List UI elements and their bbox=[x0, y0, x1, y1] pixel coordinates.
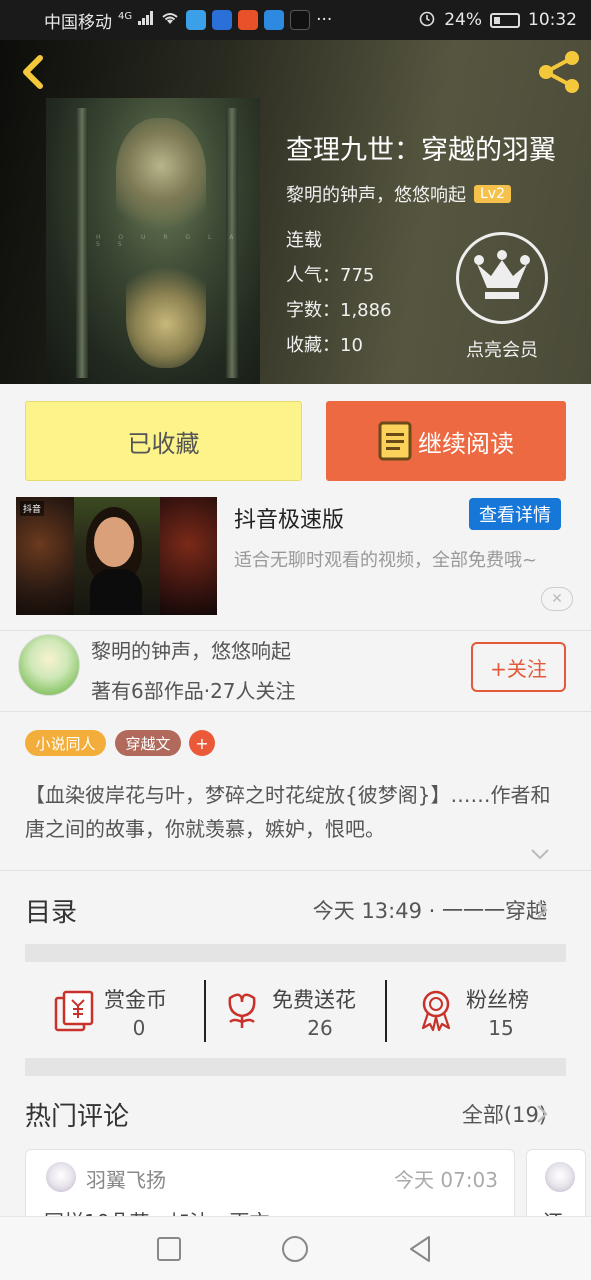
back-button[interactable] bbox=[14, 50, 54, 94]
fan-ranking-value: 15 bbox=[488, 1016, 514, 1040]
vip-label[interactable]: 点亮会员 bbox=[450, 336, 554, 362]
fan-ranking-label: 粉丝榜 bbox=[466, 988, 529, 1012]
ad-details-button[interactable]: 查看详情 bbox=[469, 498, 561, 530]
reward-coins[interactable]: 赏金币 0 bbox=[52, 980, 192, 1044]
battery-icon bbox=[490, 12, 520, 28]
clock: 10:32 bbox=[528, 10, 577, 30]
carrier-label: 中国移动 bbox=[44, 12, 112, 33]
divider bbox=[385, 980, 387, 1042]
section-separator bbox=[25, 1058, 566, 1076]
add-tag-button[interactable]: + bbox=[189, 730, 215, 756]
reward-coins-label: 赏金币 bbox=[104, 988, 167, 1012]
tiktok-icon bbox=[290, 10, 311, 30]
medal-icon bbox=[414, 988, 458, 1032]
chevron-right-icon[interactable] bbox=[535, 899, 549, 921]
chevron-right-icon[interactable] bbox=[535, 1103, 549, 1125]
ad-image[interactable]: 抖音 bbox=[16, 497, 217, 615]
divider bbox=[204, 980, 206, 1042]
ad-title[interactable]: 抖音极速版 bbox=[234, 502, 344, 534]
continue-reading-button[interactable]: 继续阅读 bbox=[326, 401, 566, 481]
red-envelope-icon bbox=[52, 988, 96, 1032]
free-flowers-label: 免费送花 bbox=[272, 988, 356, 1012]
continue-reading-label: 继续阅读 bbox=[418, 429, 514, 458]
system-nav-bar bbox=[0, 1216, 591, 1280]
ad-description: 适合无聊时观看的视频，全部免费哦~ bbox=[234, 550, 538, 571]
collected-button[interactable]: 已收藏 bbox=[25, 401, 302, 481]
network-type: 4G bbox=[118, 10, 133, 22]
commenter-name[interactable]: 羽翼飞扬 bbox=[86, 1164, 166, 1193]
commenter-avatar[interactable] bbox=[46, 1162, 76, 1192]
divider bbox=[0, 630, 591, 631]
reward-coins-value: 0 bbox=[132, 1016, 146, 1040]
comment-time: 今天 07:03 bbox=[394, 1168, 498, 1192]
back-nav-button[interactable] bbox=[405, 1233, 437, 1265]
vip-crown-button[interactable] bbox=[456, 232, 548, 324]
hot-comments-title: 热门评论 bbox=[25, 1102, 130, 1132]
book-favorites: 收藏：10 bbox=[286, 335, 363, 356]
tag-time-travel[interactable]: 穿越文 bbox=[115, 730, 181, 756]
commenter-avatar[interactable] bbox=[545, 1162, 575, 1192]
book-popularity: 人气：775 bbox=[286, 265, 375, 286]
more-notifications: ··· bbox=[316, 10, 333, 30]
app-notification-icon bbox=[264, 10, 285, 30]
tag-fan-fiction[interactable]: 小说同人 bbox=[25, 730, 106, 756]
follow-button[interactable]: +关注 bbox=[471, 642, 566, 692]
book-word-count: 字数：1,886 bbox=[286, 300, 392, 321]
book-author-line: 黎明的钟声，悠悠响起 Lv2 bbox=[286, 181, 511, 207]
home-button[interactable] bbox=[279, 1233, 311, 1265]
battery-percent: 24% bbox=[444, 10, 482, 30]
collected-label: 已收藏 bbox=[127, 429, 200, 458]
wifi-icon bbox=[160, 10, 180, 30]
share-button[interactable] bbox=[535, 48, 583, 96]
alarm-icon bbox=[418, 9, 436, 32]
cover-watermark: H O U R G L A S S bbox=[96, 234, 242, 248]
book-author[interactable]: 黎明的钟声，悠悠响起 bbox=[286, 181, 466, 207]
app-notification-icon bbox=[238, 10, 259, 30]
flower-icon bbox=[220, 988, 264, 1032]
expand-intro-icon[interactable] bbox=[530, 846, 550, 862]
fan-ranking[interactable]: 粉丝榜 15 bbox=[414, 980, 554, 1044]
app-notification-icon bbox=[212, 10, 233, 30]
tiktok-badge: 抖音 bbox=[20, 501, 45, 516]
toc-title[interactable]: 目录 bbox=[25, 892, 77, 929]
level-badge: Lv2 bbox=[474, 185, 511, 203]
divider bbox=[0, 711, 591, 712]
book-icon bbox=[378, 421, 412, 461]
app-notification-icon bbox=[186, 10, 207, 30]
crown-icon bbox=[474, 250, 530, 299]
author-summary: 著有6部作品·27人关注 bbox=[91, 679, 296, 703]
recent-apps-button[interactable] bbox=[153, 1233, 185, 1265]
book-cover[interactable]: H O U R G L A S S bbox=[46, 98, 260, 384]
free-flowers[interactable]: 免费送花 26 bbox=[220, 980, 380, 1044]
toc-latest-chapter[interactable]: 今天 13:49 · 一一一穿越 bbox=[313, 895, 547, 925]
signal-icon bbox=[138, 10, 154, 30]
author-name[interactable]: 黎明的钟声，悠悠响起 bbox=[91, 635, 291, 664]
free-flowers-value: 26 bbox=[307, 1016, 333, 1040]
divider bbox=[0, 870, 591, 871]
book-intro[interactable]: 【血染彼岸花与叶，梦碎之时花绽放{彼梦阁}】……作者和唐之间的故事，你就羡慕，嫉… bbox=[25, 778, 565, 846]
author-avatar[interactable] bbox=[18, 634, 80, 696]
book-status: 连载 bbox=[286, 230, 322, 251]
ad-close-button[interactable]: ✕ bbox=[541, 587, 573, 611]
section-separator bbox=[25, 944, 566, 962]
book-title: 查理九世：穿越的羽翼 bbox=[286, 135, 556, 166]
status-bar: 中国移动 4G ··· 24% 10:32 bbox=[0, 0, 591, 40]
